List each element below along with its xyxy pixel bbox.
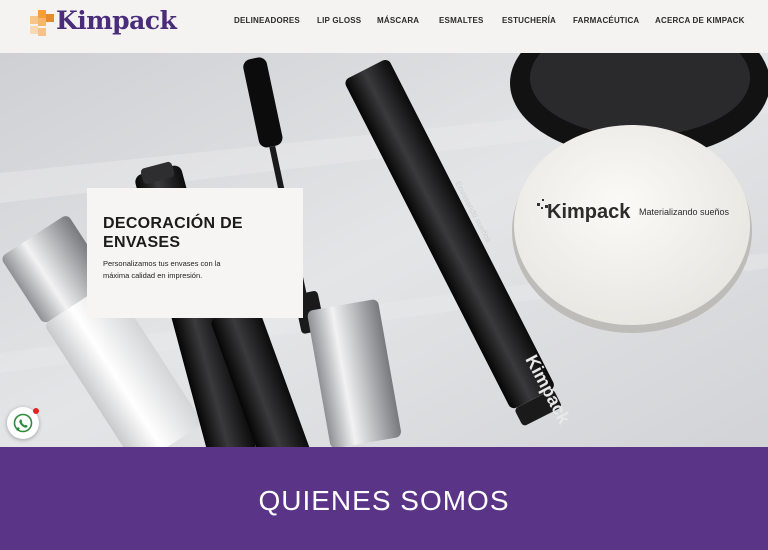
nav-item-acerca-de-kimpack[interactable]: ACERCA DE KIMPACK bbox=[655, 16, 745, 25]
notification-badge bbox=[33, 408, 39, 414]
hero-banner: Kimpack Materializando sueños Kimpack En… bbox=[0, 53, 768, 447]
nav-item-estucheria[interactable]: ESTUCHERÍA bbox=[502, 16, 556, 25]
nav-item-mascara[interactable]: MÁSCARA bbox=[377, 16, 419, 25]
logo-text: Kimpack bbox=[56, 6, 177, 35]
nav-item-delineadores[interactable]: DELINEADORES bbox=[234, 16, 300, 25]
nav-item-lip-gloss[interactable]: LIP GLOSS bbox=[317, 16, 361, 25]
hero-title: DECORACIÓN DE ENVASES bbox=[103, 215, 243, 251]
site-header: Kimpack DELINEADORES LIP GLOSS MÁSCARA E… bbox=[0, 0, 768, 53]
svg-text:Kimpack: Kimpack bbox=[547, 201, 631, 223]
kimpack-logo[interactable]: Kimpack bbox=[30, 6, 177, 40]
svg-text:Materializando sueños: Materializando sueños bbox=[639, 207, 730, 217]
hero-card: DECORACIÓN DE ENVASES Personalizamos tus… bbox=[87, 188, 303, 318]
nav-item-esmaltes[interactable]: ESMALTES bbox=[439, 16, 484, 25]
whatsapp-button[interactable] bbox=[7, 407, 39, 439]
hero-description: Personalizamos tus envases con la máxima… bbox=[103, 259, 221, 280]
section-title: QUIENES SOMOS bbox=[258, 485, 510, 516]
quienes-somos-section: QUIENES SOMOS bbox=[0, 447, 768, 550]
nav-item-farmaceutica[interactable]: FARMACÉUTICA bbox=[573, 16, 639, 25]
